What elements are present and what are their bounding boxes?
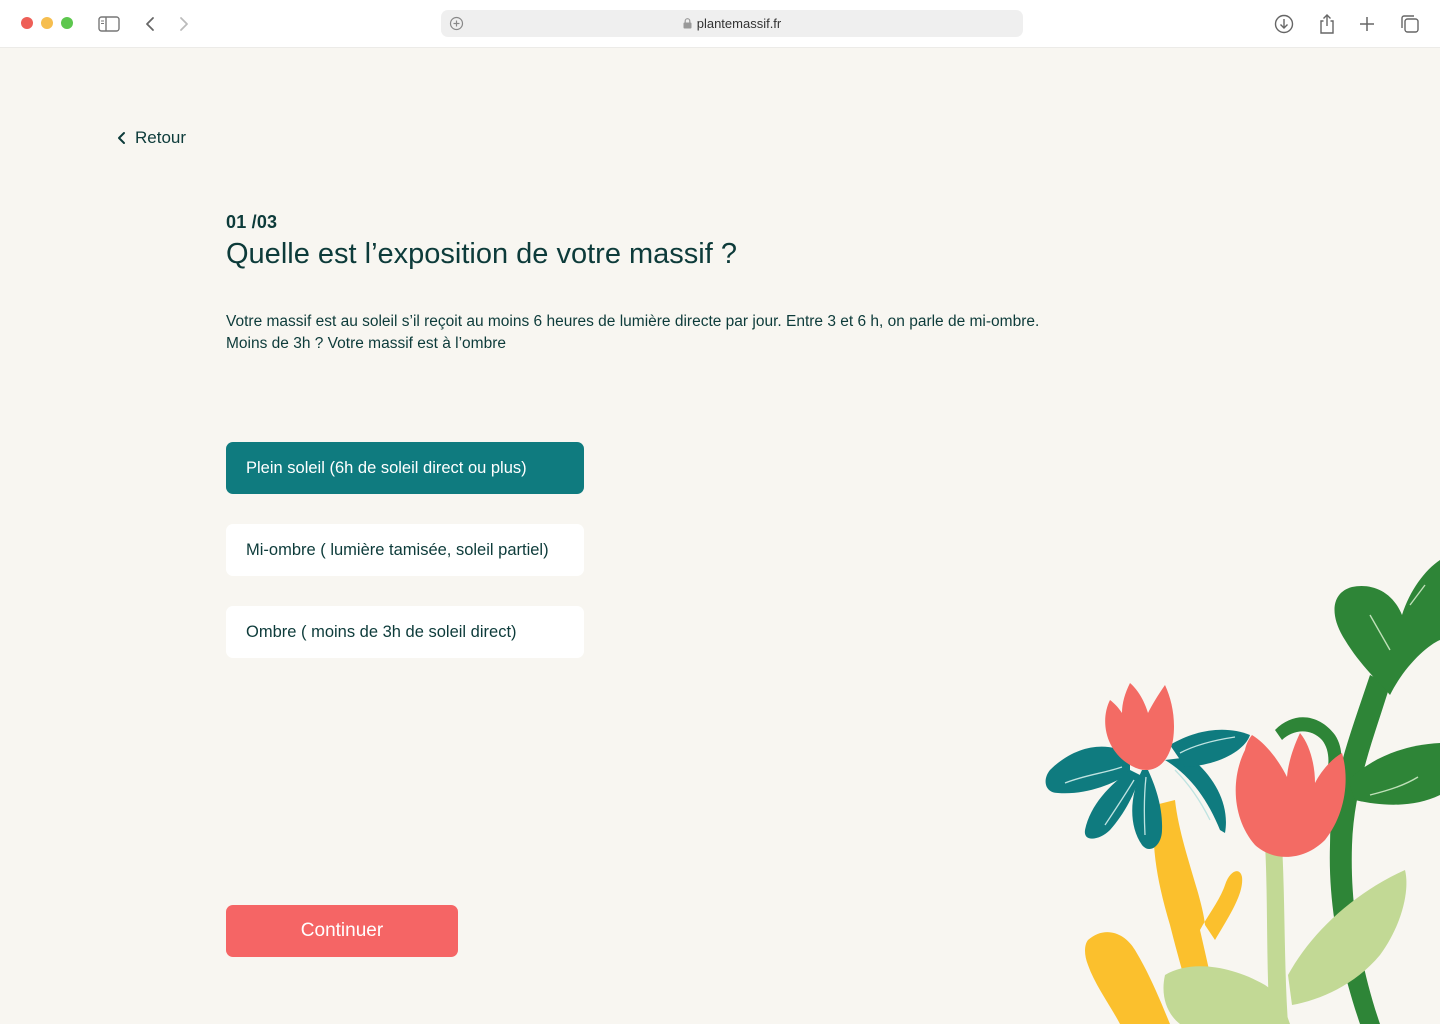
green-leaf-top: [1334, 560, 1440, 695]
option-label: Mi-ombre ( lumière tamisée, soleil parti…: [246, 540, 549, 559]
url-text: plantemassif.fr: [696, 16, 782, 31]
lock-icon: [683, 17, 692, 32]
flower-illustration: [1045, 560, 1440, 1024]
back-arrow-icon[interactable]: [138, 12, 162, 36]
step-indicator: 01 /03: [226, 212, 278, 232]
share-icon[interactable]: [1315, 12, 1339, 36]
question-description: Votre massif est au soleil s’il reçoit a…: [226, 311, 1106, 355]
continue-button[interactable]: Continuer: [226, 905, 458, 957]
zoom-window-button[interactable]: [61, 17, 73, 29]
back-link[interactable]: Retour: [116, 127, 186, 149]
description-line-1: Votre massif est au soleil s’il reçoit a…: [226, 313, 1040, 330]
tabs-overview-icon[interactable]: [1398, 12, 1422, 36]
option-label: Plein soleil (6h de soleil direct ou plu…: [246, 458, 527, 477]
close-window-button[interactable]: [21, 17, 33, 29]
back-link-label: Retour: [135, 128, 187, 147]
address-bar[interactable]: plantemassif.fr: [441, 10, 1023, 37]
continue-button-label: Continuer: [300, 920, 384, 941]
minimize-window-button[interactable]: [41, 17, 53, 29]
option-mi-ombre[interactable]: Mi-ombre ( lumière tamisée, soleil parti…: [226, 524, 584, 576]
question-title: Quelle est l’exposition de votre massif …: [226, 238, 737, 270]
option-plein-soleil[interactable]: Plein soleil (6h de soleil direct ou plu…: [226, 442, 584, 494]
forward-arrow-icon[interactable]: [172, 12, 196, 36]
option-label: Ombre ( moins de 3h de soleil direct): [246, 622, 517, 641]
option-ombre[interactable]: Ombre ( moins de 3h de soleil direct): [226, 606, 584, 658]
browser-toolbar: plantemassif.fr: [0, 0, 1440, 48]
sidebar-icon[interactable]: [97, 12, 121, 36]
new-tab-icon[interactable]: [1355, 12, 1379, 36]
description-line-2: Moins de 3h ? Votre massif est à l’ombre: [226, 335, 506, 352]
yellow-branch: [1085, 932, 1170, 1024]
teal-petal-top: [1170, 729, 1250, 767]
download-icon[interactable]: [1272, 12, 1296, 36]
chevron-left-icon: [118, 132, 125, 144]
